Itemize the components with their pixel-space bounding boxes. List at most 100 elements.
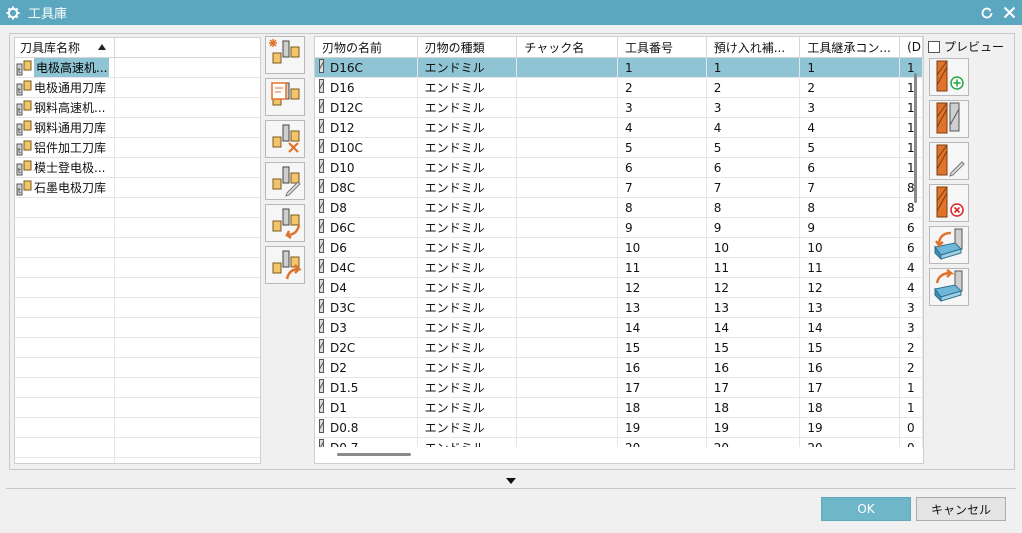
cell-tool-name: D6: [315, 238, 418, 257]
endmill-icon: [319, 399, 324, 416]
delete-library-button[interactable]: [265, 120, 305, 158]
cell-tool-type: エンドミル: [418, 158, 518, 177]
cell-chuck-name: [517, 418, 618, 437]
library-name-label: 电极高速机...: [34, 58, 110, 77]
copy-library-button[interactable]: [265, 78, 305, 116]
table-row[interactable]: D10C エンドミル 5 5 5 1: [315, 138, 923, 158]
cell-tool-name: D4: [315, 278, 418, 297]
column-header-tool-name[interactable]: 刃物の名前: [315, 37, 418, 57]
preview-checkbox[interactable]: [928, 40, 940, 53]
preview-toggle[interactable]: プレビュー: [928, 38, 1004, 55]
expand-arrow-icon[interactable]: [506, 478, 516, 484]
library-name-cell[interactable]: t 电极高速机...: [15, 58, 115, 77]
table-row[interactable]: D3 エンドミル 14 14 14 3: [315, 318, 923, 338]
tool-name-label: D12: [330, 120, 355, 135]
library-empty-cell: [15, 378, 115, 397]
cell-register-comp: 18: [707, 398, 801, 417]
library-row[interactable]: t 电极通用刀库: [15, 78, 260, 98]
cell-diameter: 0: [900, 418, 923, 437]
cell-diameter: 8: [900, 198, 923, 217]
table-row[interactable]: D16C エンドミル 1 1 1 1: [315, 58, 923, 78]
table-row[interactable]: D4 エンドミル 12 12 12 4: [315, 278, 923, 298]
tool-name-label: D4: [330, 280, 347, 295]
export-tool-button[interactable]: [929, 268, 969, 306]
library-empty-cell: [15, 318, 115, 337]
table-row[interactable]: D2C エンドミル 15 15 15 2: [315, 338, 923, 358]
library-name-cell[interactable]: t 钢料通用刀库: [15, 118, 115, 137]
close-icon[interactable]: [1000, 4, 1018, 22]
edit-tool-button[interactable]: [929, 142, 969, 180]
edit-library-button[interactable]: [265, 162, 305, 200]
copy-tool-icon: [931, 101, 967, 138]
library-row[interactable]: t 电极高速机...: [15, 58, 260, 78]
import-library-button[interactable]: [265, 204, 305, 242]
library-row[interactable]: t 模士登电极...: [15, 158, 260, 178]
library-name-cell[interactable]: t 铝件加工刀库: [15, 138, 115, 157]
tool-library-icon: t: [16, 180, 34, 196]
table-row[interactable]: D10 エンドミル 6 6 6 1: [315, 158, 923, 178]
table-row[interactable]: D4C エンドミル 11 11 11 4: [315, 258, 923, 278]
column-header-diameter[interactable]: (D): [900, 37, 923, 57]
cell-register-comp: 14: [707, 318, 801, 337]
tool-library-icon: t: [16, 120, 34, 136]
cell-diameter: 1: [900, 78, 923, 97]
cell-tool-name: D16C: [315, 58, 418, 77]
table-row[interactable]: D8 エンドミル 8 8 8 8: [315, 198, 923, 218]
library-name-label: 钢料通用刀库: [34, 121, 107, 135]
table-row[interactable]: D6C エンドミル 9 9 9 6: [315, 218, 923, 238]
library-name-cell[interactable]: t 钢料高速机...: [15, 98, 115, 117]
library-name-cell[interactable]: t 电极通用刀库: [15, 78, 115, 97]
table-row[interactable]: D12 エンドミル 4 4 4 1: [315, 118, 923, 138]
export-library-button[interactable]: [265, 246, 305, 284]
cell-tool-type: エンドミル: [418, 398, 518, 417]
column-header-tool-type[interactable]: 刃物の種類: [418, 37, 518, 57]
add-tool-button[interactable]: [929, 58, 969, 96]
column-header-register-comp[interactable]: 預け入れ補...: [707, 37, 801, 57]
endmill-icon: [319, 259, 324, 276]
table-row[interactable]: D2 エンドミル 16 16 16 2: [315, 358, 923, 378]
column-header-tool-number[interactable]: 工具番号: [618, 37, 707, 57]
library-table[interactable]: 刀具库名称 t 电极高速机... t 电极通用刀库 t 钢料高速机... t 钢料通用刀库 t 铝…: [14, 37, 261, 464]
table-row[interactable]: D12C エンドミル 3 3 3 1: [315, 98, 923, 118]
cancel-button[interactable]: キャンセル: [916, 497, 1006, 521]
table-row[interactable]: D1 エンドミル 18 18 18 1: [315, 398, 923, 418]
tool-name-label: D2: [330, 360, 347, 375]
cell-tool-type: エンドミル: [418, 278, 518, 297]
table-row[interactable]: D1.5 エンドミル 17 17 17 1: [315, 378, 923, 398]
horizontal-scrollbar[interactable]: [337, 453, 411, 456]
library-name-cell[interactable]: t 石墨电极刀库: [15, 178, 115, 197]
ok-button[interactable]: OK: [821, 497, 911, 521]
table-row[interactable]: D6 エンドミル 10 10 10 6: [315, 238, 923, 258]
cell-chuck-name: [517, 158, 618, 177]
cell-chuck-name: [517, 58, 618, 77]
library-row[interactable]: t 钢料通用刀库: [15, 118, 260, 138]
cell-tool-number: 18: [618, 398, 707, 417]
table-row[interactable]: D3C エンドミル 13 13 13 3: [315, 298, 923, 318]
import-tool-button[interactable]: [929, 226, 969, 264]
cell-tool-inherit: 8: [800, 198, 901, 217]
library-name-column-header[interactable]: 刀具库名称: [15, 38, 115, 57]
cell-diameter: 4: [900, 278, 923, 297]
cell-tool-name: D8C: [315, 178, 418, 197]
column-header-tool-inherit[interactable]: 工具継承コン...: [800, 37, 901, 57]
new-library-button[interactable]: [265, 36, 305, 74]
table-row[interactable]: D0.8 エンドミル 19 19 19 0: [315, 418, 923, 438]
column-header-chuck-name[interactable]: チャック名: [517, 37, 618, 57]
vertical-scrollbar[interactable]: [914, 73, 917, 203]
table-row[interactable]: D16 エンドミル 2 2 2 1: [315, 78, 923, 98]
table-row[interactable]: D8C エンドミル 7 7 7 8: [315, 178, 923, 198]
library-row[interactable]: t 石墨电极刀库: [15, 178, 260, 198]
reset-icon[interactable]: [978, 4, 996, 22]
cell-tool-name: D10C: [315, 138, 418, 157]
cell-tool-inherit: 6: [800, 158, 901, 177]
gear-icon: [2, 0, 24, 25]
copy-tool-button[interactable]: [929, 100, 969, 138]
endmill-icon: [319, 199, 324, 216]
library-row[interactable]: t 钢料高速机...: [15, 98, 260, 118]
library-row[interactable]: t 铝件加工刀库: [15, 138, 260, 158]
delete-tool-button[interactable]: [929, 184, 969, 222]
library-name-cell[interactable]: t 模士登电极...: [15, 158, 115, 177]
tool-table[interactable]: 刃物の名前刃物の種類チャック名工具番号預け入れ補...工具継承コン...(D) …: [314, 36, 924, 464]
cell-tool-number: 3: [618, 98, 707, 117]
library-empty-row: [15, 218, 260, 238]
